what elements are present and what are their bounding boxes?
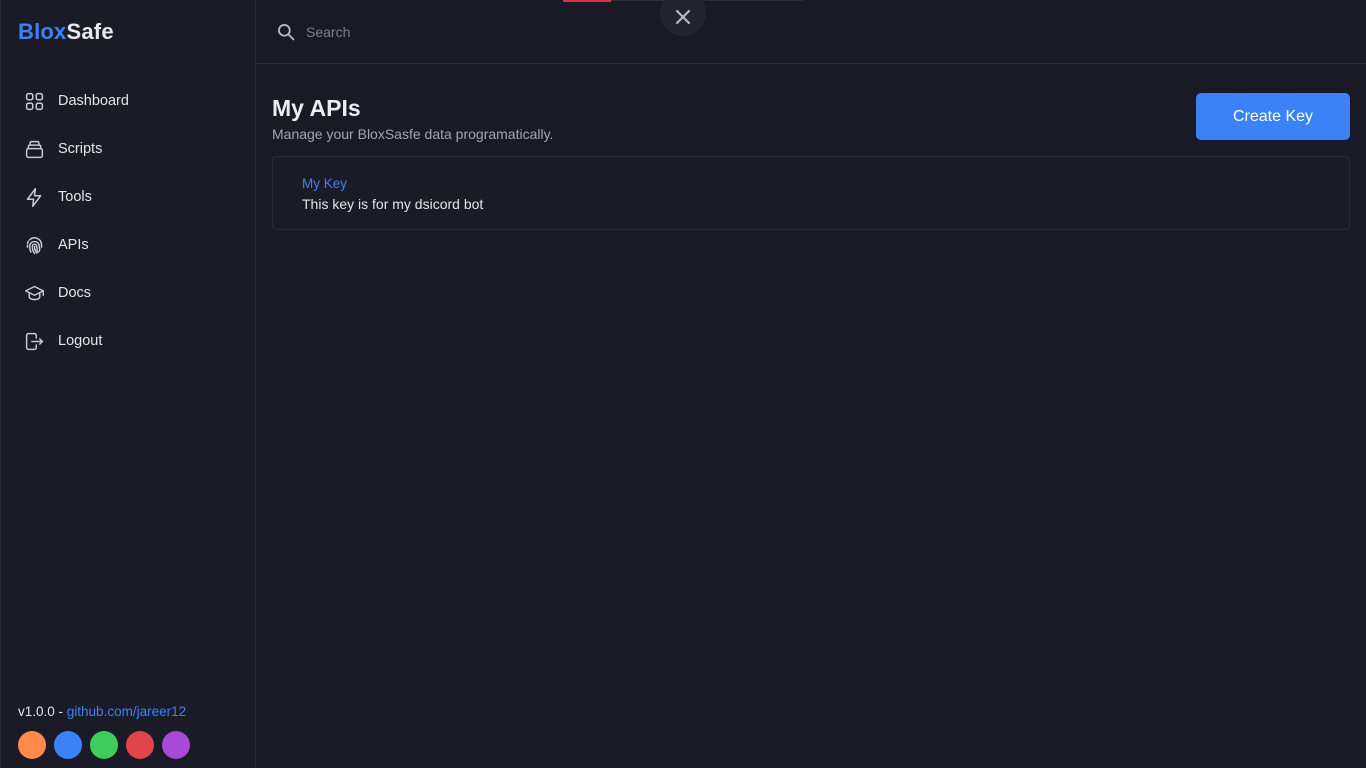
topbar bbox=[256, 0, 1366, 64]
theme-swatch-green[interactable] bbox=[90, 731, 118, 759]
repo-link[interactable]: github.com/jareer12 bbox=[67, 704, 186, 719]
search-input[interactable] bbox=[306, 20, 606, 44]
fingerprint-icon bbox=[23, 234, 45, 256]
lightning-icon bbox=[23, 186, 45, 208]
theme-swatch-orange[interactable] bbox=[18, 731, 46, 759]
sidebar-footer: v1.0.0 - github.com/jareer12 bbox=[18, 704, 186, 719]
sidebar-item-label: Dashboard bbox=[58, 93, 129, 109]
create-key-button[interactable]: Create Key bbox=[1196, 93, 1350, 140]
sidebar-item-docs[interactable]: Docs bbox=[1, 269, 255, 317]
page-subtitle: Manage your BloxSasfe data programatical… bbox=[272, 126, 554, 142]
sidebar: BloxSafe Dashboard Scripts Tools APIs Do… bbox=[0, 0, 256, 768]
sidebar-item-label: Logout bbox=[58, 333, 103, 349]
graduation-cap-icon bbox=[23, 282, 45, 304]
sidebar-item-apis[interactable]: APIs bbox=[1, 221, 255, 269]
sidebar-item-tools[interactable]: Tools bbox=[1, 173, 255, 221]
theme-swatch-blue[interactable] bbox=[54, 731, 82, 759]
footer-separator: - bbox=[54, 704, 67, 719]
page-title: My APIs bbox=[272, 95, 361, 121]
app-root: BloxSafe Dashboard Scripts Tools APIs Do… bbox=[0, 0, 1366, 768]
logout-icon bbox=[23, 330, 45, 352]
version-label: v1.0.0 bbox=[18, 704, 55, 719]
theme-swatches bbox=[18, 731, 190, 759]
sidebar-item-logout[interactable]: Logout bbox=[1, 317, 255, 365]
api-key-name: My Key bbox=[302, 176, 348, 191]
api-key-description: This key is for my dsicord bot bbox=[302, 196, 484, 212]
theme-swatch-red[interactable] bbox=[126, 731, 154, 759]
sidebar-item-scripts[interactable]: Scripts bbox=[1, 125, 255, 173]
sidebar-item-label: Docs bbox=[58, 285, 92, 301]
brand-part-2: Safe bbox=[66, 19, 114, 44]
sidebar-item-label: APIs bbox=[58, 237, 89, 253]
sidebar-item-label: Tools bbox=[58, 189, 92, 205]
top-progress-accent bbox=[563, 0, 611, 2]
api-key-card[interactable]: My Key This key is for my dsicord bot bbox=[272, 156, 1350, 230]
top-progress-track bbox=[611, 0, 803, 1]
theme-swatch-purple[interactable] bbox=[162, 731, 190, 759]
search-icon bbox=[276, 22, 296, 42]
close-icon bbox=[675, 9, 691, 25]
grid-icon bbox=[23, 90, 45, 112]
sidebar-item-label: Scripts bbox=[58, 141, 103, 157]
brand-part-1: Blox bbox=[18, 19, 67, 44]
stack-icon bbox=[23, 138, 45, 160]
sidebar-item-dashboard[interactable]: Dashboard bbox=[1, 77, 255, 125]
sidebar-nav: Dashboard Scripts Tools APIs Docs Logout bbox=[1, 77, 255, 365]
brand-logo[interactable]: BloxSafe bbox=[18, 19, 114, 45]
